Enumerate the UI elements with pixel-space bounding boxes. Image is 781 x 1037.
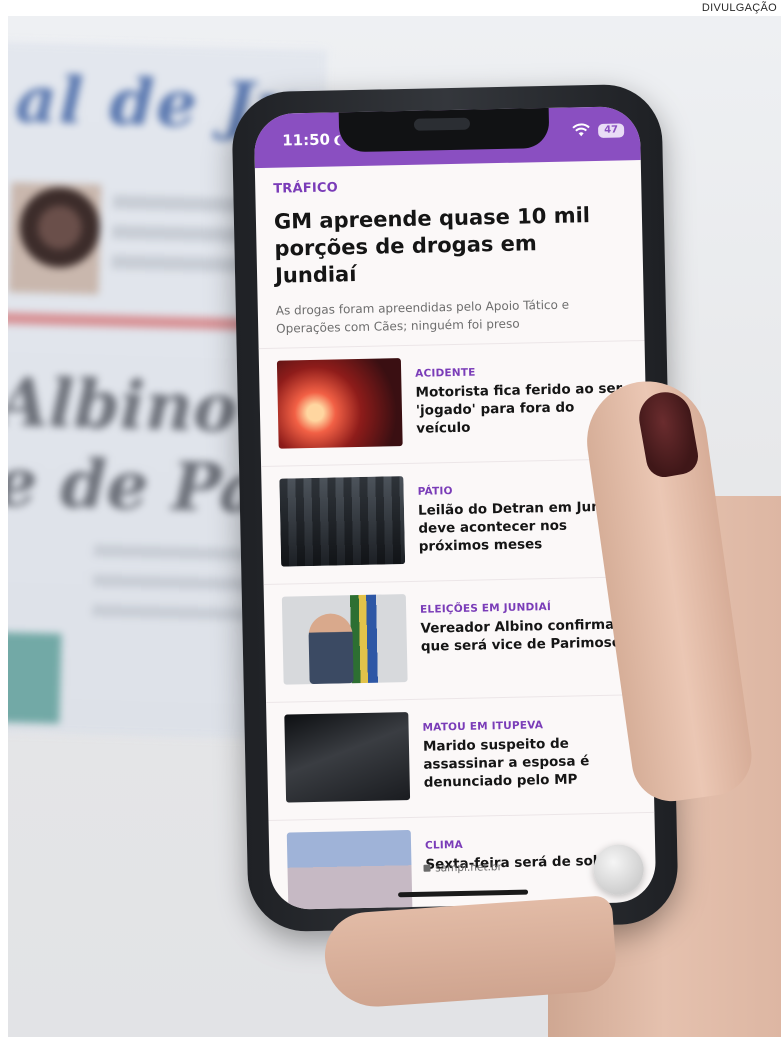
thumb bbox=[322, 895, 618, 1010]
lead-article[interactable]: TRÁFICO GM apreende quase 10 mil porções… bbox=[254, 160, 645, 350]
article-thumbnail[interactable] bbox=[279, 476, 406, 567]
lead-summary: As drogas foram apreendidas pelo Apoio T… bbox=[275, 297, 570, 336]
browser-url[interactable]: sampi.net.br bbox=[435, 861, 502, 874]
article-category[interactable]: ELEIÇÕES EM JUNDIAÍ bbox=[420, 599, 636, 616]
photo-credit: DIVULGAÇÃO bbox=[701, 2, 777, 14]
status-time-text: 11:50 bbox=[282, 130, 331, 150]
newspaper-teal-block bbox=[8, 631, 62, 724]
article-thumbnail[interactable] bbox=[284, 712, 411, 803]
lead-category[interactable]: TRÁFICO bbox=[273, 174, 623, 196]
article-category[interactable]: MATOU EM ITUPEVA bbox=[422, 717, 638, 734]
list-item[interactable]: MATOU EM ITUPEVA Marido suspeito de assa… bbox=[266, 694, 655, 821]
camera-notch bbox=[338, 106, 550, 153]
speaker-grille bbox=[413, 117, 471, 131]
battery-icon: 47 bbox=[597, 123, 625, 138]
article-title[interactable]: Vereador Albino confirma que será vice d… bbox=[420, 615, 637, 656]
news-feed[interactable]: TRÁFICO GM apreende quase 10 mil porções… bbox=[254, 160, 657, 910]
list-item[interactable]: ELEIÇÕES EM JUNDIAÍ Vereador Albino conf… bbox=[263, 576, 652, 703]
lock-icon bbox=[423, 864, 431, 872]
status-bar: 11:50 47 bbox=[253, 106, 641, 169]
article-thumbnail[interactable] bbox=[281, 594, 408, 685]
article-title[interactable]: Marido suspeito de assassinar a esposa é… bbox=[423, 733, 640, 792]
status-time: 11:50 bbox=[282, 130, 347, 150]
wifi-icon bbox=[572, 123, 590, 137]
article-category[interactable]: ACIDENTE bbox=[415, 363, 631, 380]
article-thumbnail[interactable] bbox=[276, 358, 403, 449]
newspaper-portrait bbox=[8, 182, 102, 295]
lead-headline[interactable]: GM apreende quase 10 mil porções de drog… bbox=[274, 201, 626, 289]
